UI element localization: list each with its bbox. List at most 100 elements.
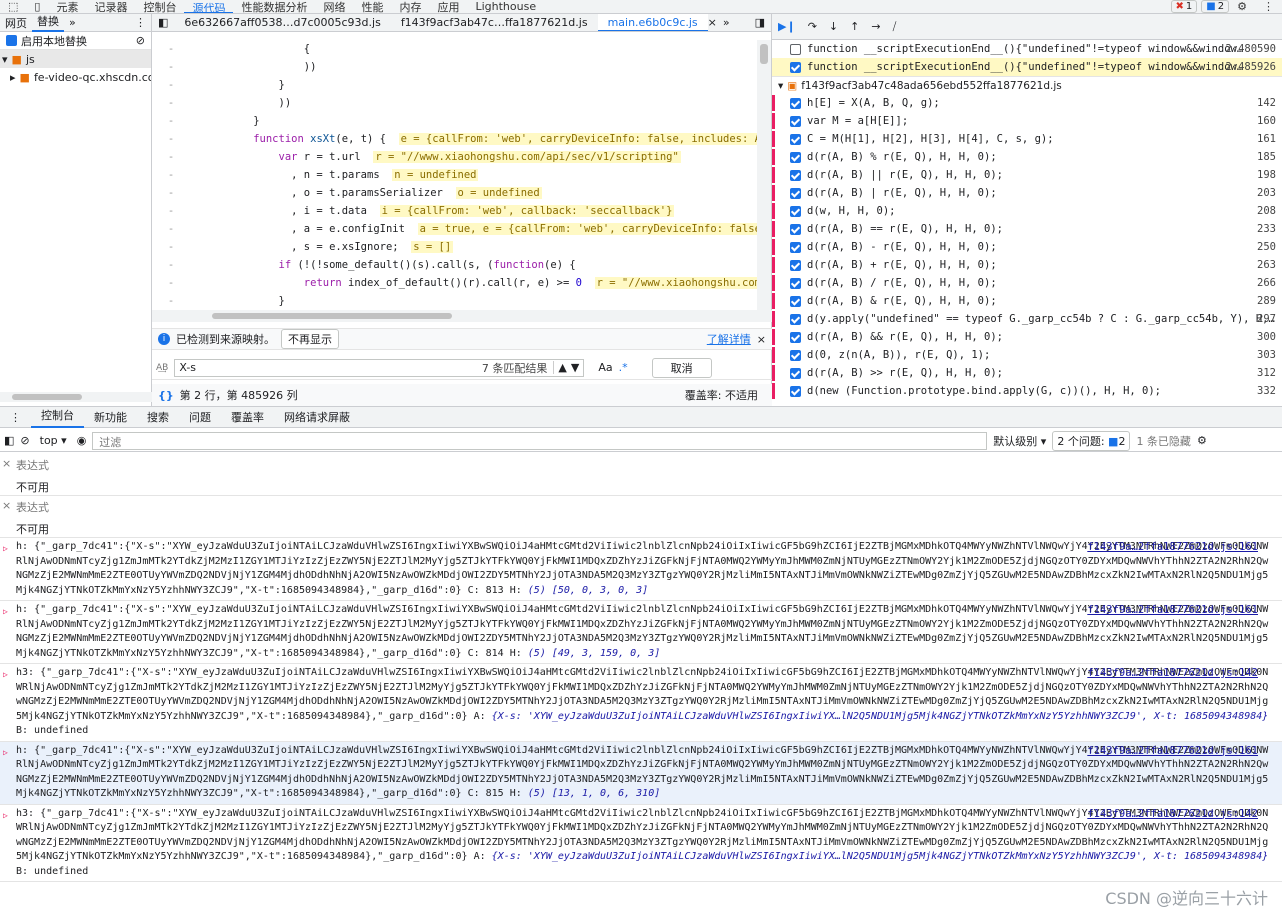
tab-coverage[interactable]: 覆盖率 xyxy=(221,409,274,425)
breakpoint-checkbox[interactable] xyxy=(790,349,801,361)
settings-gear-icon[interactable]: ⚙ xyxy=(1229,0,1255,13)
toggle-debugger-icon[interactable]: ◨ xyxy=(749,16,771,29)
code-line[interactable]: - return index_of_default()(r).call(r, e… xyxy=(152,274,757,292)
context-selector[interactable]: top ▾ xyxy=(36,434,71,447)
device-toolbar-icon[interactable]: ▯ xyxy=(26,0,48,13)
console-log-entry[interactable]: ▷ f143f9a…2ffa1877621d.js:161 h: {"_garp_7… xyxy=(0,741,1282,805)
code-line[interactable]: - )) xyxy=(152,58,757,76)
code-line[interactable]: - if (!(!some_default()(s).call(s, (func… xyxy=(152,256,757,274)
code-line[interactable]: - , n = t.params n = undefined xyxy=(152,166,757,184)
breakpoint-row[interactable]: C = M(H[1], H[2], H[3], H[4], C, s, g); 1… xyxy=(772,130,1282,148)
horizontal-scrollbar[interactable] xyxy=(152,310,772,322)
log-source-link[interactable]: f143f9a…2ffa1877621d.js:142 xyxy=(1087,666,1258,681)
breakpoint-row[interactable]: d(r(A, B) % r(E, Q), H, H, 0); 185 xyxy=(772,148,1282,166)
code-line[interactable]: - function xsXt(e, t) { e = {callFrom: '… xyxy=(152,130,757,148)
breakpoint-checkbox[interactable] xyxy=(790,187,801,199)
breakpoint-checkbox[interactable] xyxy=(790,313,801,325)
file-tab[interactable]: f143f9acf3ab47c…ffa1877621d.js xyxy=(391,14,598,31)
previous-match-icon[interactable]: ▲ xyxy=(553,361,567,374)
issue-badge[interactable]: ■ 2 xyxy=(1201,0,1230,13)
live-expression[interactable]: × 表达式 不可用 xyxy=(0,454,1282,496)
remove-expression-icon[interactable]: × xyxy=(2,499,11,512)
breakpoint-row[interactable]: h[E] = X(A, B, Q, g); 142 xyxy=(772,94,1282,112)
vertical-scrollbar[interactable] xyxy=(757,40,771,310)
breakpoint-checkbox[interactable] xyxy=(790,115,801,127)
log-expand-icon[interactable]: ▷ xyxy=(3,746,8,761)
code-line[interactable]: - )) xyxy=(152,94,757,112)
breakpoint-checkbox[interactable] xyxy=(790,133,801,145)
log-level-dropdown[interactable]: 默认级别 ▾ xyxy=(993,433,1046,449)
tab-performance-insights[interactable]: 性能数据分析 xyxy=(233,0,315,14)
file-tab-active[interactable]: main.e6b0c9c.js xyxy=(597,14,708,31)
code-line[interactable]: - , a = e.configInit a = true, e = {call… xyxy=(152,220,757,238)
tree-folder-host[interactable]: ▸ ■ fe-video-qc.xhscdn.com xyxy=(0,68,151,86)
learn-more-link[interactable]: 了解详情 xyxy=(707,331,751,347)
code-line[interactable]: - } xyxy=(152,112,757,130)
breakpoint-checkbox[interactable] xyxy=(790,331,801,343)
console-log-entry[interactable]: ▷ f143f9a…2ffa1877621d.js:142 h3: {"_garp_… xyxy=(0,664,1282,742)
breakpoint-checkbox[interactable] xyxy=(790,295,801,307)
log-source-link[interactable]: f143f9a…2ffa1877621d.js:142 xyxy=(1087,807,1258,822)
more-tabs-icon[interactable]: » xyxy=(717,16,736,29)
code-lines[interactable]: - { - )) - } - )) - } - function xsXt(e,… xyxy=(152,40,757,310)
breakpoint-row[interactable]: d(r(A, B) && r(E, Q), H, H, 0); 300 xyxy=(772,328,1282,346)
tab-elements[interactable]: 元素 xyxy=(48,0,86,14)
tab-whats-new[interactable]: 新功能 xyxy=(84,409,137,425)
close-tab-icon[interactable]: × xyxy=(708,16,717,29)
tab-recorder[interactable]: 记录器 xyxy=(86,0,135,14)
breakpoint-row[interactable]: d(new (Function.prototype.bind.apply(G, … xyxy=(772,382,1282,400)
tree-folder-js[interactable]: ▾ ■ js xyxy=(0,50,151,68)
code-line[interactable]: - } xyxy=(152,292,757,310)
drawer-menu-icon[interactable]: ⋮ xyxy=(0,411,31,424)
console-log-entry[interactable]: ▷ f143f9a…2ffa1877621d.js:161 h: {"_garp_7… xyxy=(0,538,1282,601)
step-out-icon[interactable]: ↑ xyxy=(850,20,859,33)
tab-sources[interactable]: 源代码 xyxy=(184,0,234,13)
breakpoint-checkbox[interactable] xyxy=(790,385,801,397)
regex-toggle[interactable]: .* xyxy=(619,361,628,374)
override-checkbox[interactable] xyxy=(6,35,17,46)
step-into-icon[interactable]: ↓ xyxy=(829,20,838,33)
more-tabs-icon[interactable]: » xyxy=(64,16,81,29)
log-source-link[interactable]: f143f9a…2ffa1877621d.js:161 xyxy=(1087,603,1258,618)
console-log-entry[interactable]: ▷ f143f9a…2ffa1877621d.js:142 h3: {"_garp_… xyxy=(0,805,1282,882)
cancel-search-button[interactable]: 取消 xyxy=(651,357,712,378)
code-line[interactable]: - , o = t.paramsSerializer o = undefined xyxy=(152,184,757,202)
breakpoint-checkbox[interactable] xyxy=(790,223,801,235)
console-output[interactable]: × 表达式 不可用 × 表达式 不可用 ▷ f143f9a…2ffa1877621… xyxy=(0,454,1282,915)
breakpoint-checkbox[interactable] xyxy=(790,277,801,289)
replace-toggle-icon[interactable]: A͢B xyxy=(156,363,168,373)
breakpoint-row[interactable]: d(y.apply("undefined" == typeof G._garp_… xyxy=(772,310,1282,328)
tab-console[interactable]: 控制台 xyxy=(135,0,184,14)
log-expand-icon[interactable]: ▷ xyxy=(3,809,8,824)
horizontal-scrollbar[interactable] xyxy=(0,392,152,402)
breakpoint-row[interactable]: d(r(A, B) - r(E, Q), H, H, 0); 250 xyxy=(772,238,1282,256)
log-expand-icon[interactable]: ▷ xyxy=(3,542,8,557)
step-icon[interactable]: → xyxy=(871,20,880,33)
next-match-icon[interactable]: ▼ xyxy=(571,361,579,374)
tab-lighthouse[interactable]: Lighthouse xyxy=(467,0,544,13)
breakpoint-file-header[interactable]: ▾ ▣ f143f9acf3ab47c48ada656ebd552ffa1877… xyxy=(772,76,1282,94)
tab-application[interactable]: 应用 xyxy=(429,0,467,14)
clear-console-icon[interactable]: ⊘ xyxy=(20,434,29,447)
inspect-element-icon[interactable]: ⬚ xyxy=(0,0,26,13)
console-settings-icon[interactable]: ⚙ xyxy=(1197,434,1207,447)
pretty-print-icon[interactable]: {} xyxy=(158,389,174,402)
filter-input[interactable]: 过滤 xyxy=(92,431,988,450)
tab-overrides[interactable]: 替换 xyxy=(32,14,64,32)
log-source-link[interactable]: f143f9a…2ffa1877621d.js:161 xyxy=(1087,540,1258,555)
breakpoint-checkbox[interactable] xyxy=(790,169,801,181)
log-tail[interactable]: (5) [13, 1, 0, 6, 310] xyxy=(528,788,660,799)
tab-network-request-blocking[interactable]: 网络请求屏蔽 xyxy=(274,409,360,425)
live-expression-eye-icon[interactable]: ◉ xyxy=(77,434,87,447)
log-source-link[interactable]: f143f9a…2ffa1877621d.js:161 xyxy=(1087,744,1258,759)
clear-overrides-icon[interactable]: ⊘ xyxy=(136,34,145,47)
deactivate-breakpoints-icon[interactable]: ⧸ xyxy=(893,20,897,34)
dont-show-again-button[interactable]: 不再显示 xyxy=(281,329,339,349)
step-over-icon[interactable]: ↷ xyxy=(808,20,817,33)
tab-search[interactable]: 搜索 xyxy=(137,409,179,425)
breakpoint-row[interactable]: d(r(A, B) + r(E, Q), H, H, 0); 263 xyxy=(772,256,1282,274)
error-badge[interactable]: ✖ 1 xyxy=(1170,0,1198,13)
console-log-entry[interactable]: ▷ f143f9a…2ffa1877621d.js:161 h: {"_garp_7… xyxy=(0,601,1282,664)
resume-icon[interactable]: ▶❙ xyxy=(778,20,796,33)
code-line[interactable]: - } xyxy=(152,76,757,94)
